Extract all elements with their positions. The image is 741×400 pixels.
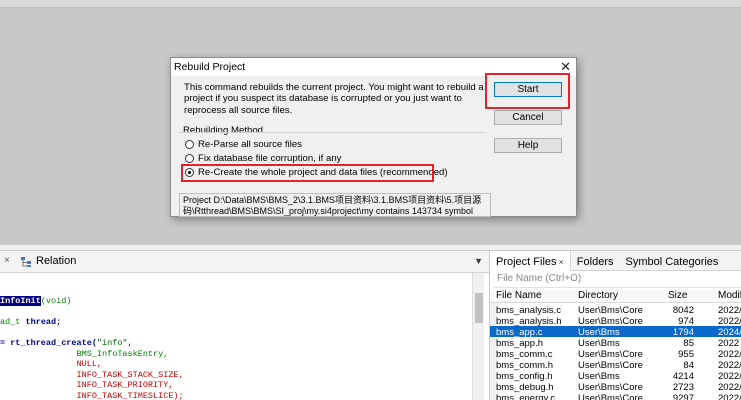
- code-token: INFO_TASK_TIMESLICE);: [0, 391, 184, 400]
- dialog-title: Rebuild Project: [174, 61, 246, 73]
- scrollbar-thumb[interactable]: [475, 293, 483, 323]
- tab-label: Symbol Categories: [625, 256, 719, 268]
- code-token: InfoInit: [0, 296, 41, 306]
- table-row[interactable]: bms_energy.c User\Bms\Core 9297 2022/: [490, 392, 741, 400]
- table-row[interactable]: bms_config.h User\Bms 4214 2022/: [490, 370, 741, 382]
- highlight-box-recreate: [181, 164, 434, 182]
- column-header-size[interactable]: Size: [668, 290, 694, 301]
- tab-folders[interactable]: Folders: [571, 251, 620, 271]
- radio-reparse[interactable]: Re-Parse all source files: [185, 139, 302, 150]
- code-token: INFO_TASK_STACK_SIZE,: [0, 370, 184, 380]
- tab-symbol-categories[interactable]: Symbol Categories: [619, 251, 724, 271]
- highlight-box-start: [485, 73, 570, 109]
- project-info-text: Project D:\Data\BMS\BMS_2\3.1.BMS项目资料\3.…: [179, 193, 491, 217]
- source-code-view[interactable]: InfoInit(void) ad_t thread; = rt_thread_cr…: [0, 281, 484, 400]
- code-token: ad_t: [0, 317, 26, 327]
- directory-cell: User\Bms\Core: [578, 393, 643, 400]
- code-line: InfoInit(void): [0, 296, 71, 307]
- radio-circle: [185, 140, 194, 149]
- table-row[interactable]: bms_debug.h User\Bms\Core 2723 2022/: [490, 381, 741, 393]
- chevron-down-icon[interactable]: ▼: [474, 256, 483, 266]
- relation-pane: × Relation ▼ InfoInit(void) ad_t thread; =…: [0, 250, 489, 400]
- tab-label: Folders: [576, 256, 614, 268]
- size-cell: 9297: [672, 393, 694, 400]
- code-token: NULL,: [0, 359, 103, 369]
- table-row[interactable]: bms_comm.h User\Bms\Core 84 2022/: [490, 359, 741, 371]
- code-token: = rt_thread_create(: [0, 338, 97, 348]
- project-tabs: Project Files × Folders Symbol Categories: [490, 251, 741, 271]
- tab-relation-label: Relation: [36, 255, 77, 267]
- code-token: INFO_TASK_PRIORITY,: [0, 380, 174, 390]
- code-line: INFO_TASK_TIMESLICE);: [0, 391, 184, 400]
- code-token: (void): [40, 296, 72, 306]
- help-button[interactable]: Help: [494, 138, 562, 153]
- file-name-cell: bms_energy.c: [496, 393, 555, 400]
- project-files-pane: Project Files × Folders Symbol Categories F…: [489, 250, 741, 400]
- radio-circle: [185, 154, 194, 163]
- relation-tabbar: × Relation ▼: [0, 251, 489, 273]
- code-line: = rt_thread_create("info",: [0, 338, 133, 349]
- table-row[interactable]: bms_analysis.c User\Bms\Core 8042 2022/: [490, 304, 741, 316]
- code-token: thread;: [25, 317, 62, 327]
- top-toolbar-strip: [0, 0, 741, 8]
- code-token: "info": [96, 338, 128, 348]
- code-line: ad_t thread;: [0, 317, 61, 328]
- code-token: BMS_InfoTaskEntry,: [0, 349, 169, 359]
- tab-relation[interactable]: Relation: [14, 251, 84, 273]
- close-icon[interactable]: ×: [4, 255, 10, 266]
- radio-label: Fix database file corruption, if any: [198, 153, 342, 164]
- tab-project-files[interactable]: Project Files ×: [490, 251, 571, 271]
- relation-icon: [21, 257, 31, 267]
- table-row[interactable]: bms_app.c User\Bms 1794 2024/: [490, 326, 741, 338]
- table-row[interactable]: bms_analysis.h User\Bms\Core 974 2022/: [490, 315, 741, 327]
- dialog-description: This command rebuilds the current projec…: [184, 82, 484, 116]
- file-list-header: File Name Directory Size Modifi: [490, 289, 741, 303]
- close-icon[interactable]: ×: [559, 257, 564, 267]
- table-row[interactable]: bms_comm.c User\Bms\Core 955 2022/: [490, 348, 741, 360]
- cancel-button[interactable]: Cancel: [494, 110, 562, 125]
- radio-label: Re-Parse all source files: [198, 139, 302, 150]
- column-header-directory[interactable]: Directory: [578, 290, 618, 301]
- column-header-modified[interactable]: Modifi: [718, 290, 741, 301]
- table-row[interactable]: bms_app.h User\Bms 85 2022: [490, 337, 741, 349]
- file-name-filter-input[interactable]: File Name (Ctrl+O): [494, 273, 741, 288]
- rebuild-project-dialog: Rebuild Project ✕ This command rebuilds …: [170, 57, 577, 217]
- modified-cell: 2022/: [718, 393, 741, 400]
- vertical-scrollbar[interactable]: [472, 273, 484, 400]
- tab-label: Project Files: [496, 256, 557, 268]
- code-token: ,: [127, 338, 133, 348]
- column-header-file-name[interactable]: File Name: [496, 290, 542, 301]
- radio-fix-corruption[interactable]: Fix database file corruption, if any: [185, 153, 341, 164]
- code-line: NULL,: [0, 359, 103, 370]
- code-line: INFO_TASK_PRIORITY,: [0, 380, 174, 391]
